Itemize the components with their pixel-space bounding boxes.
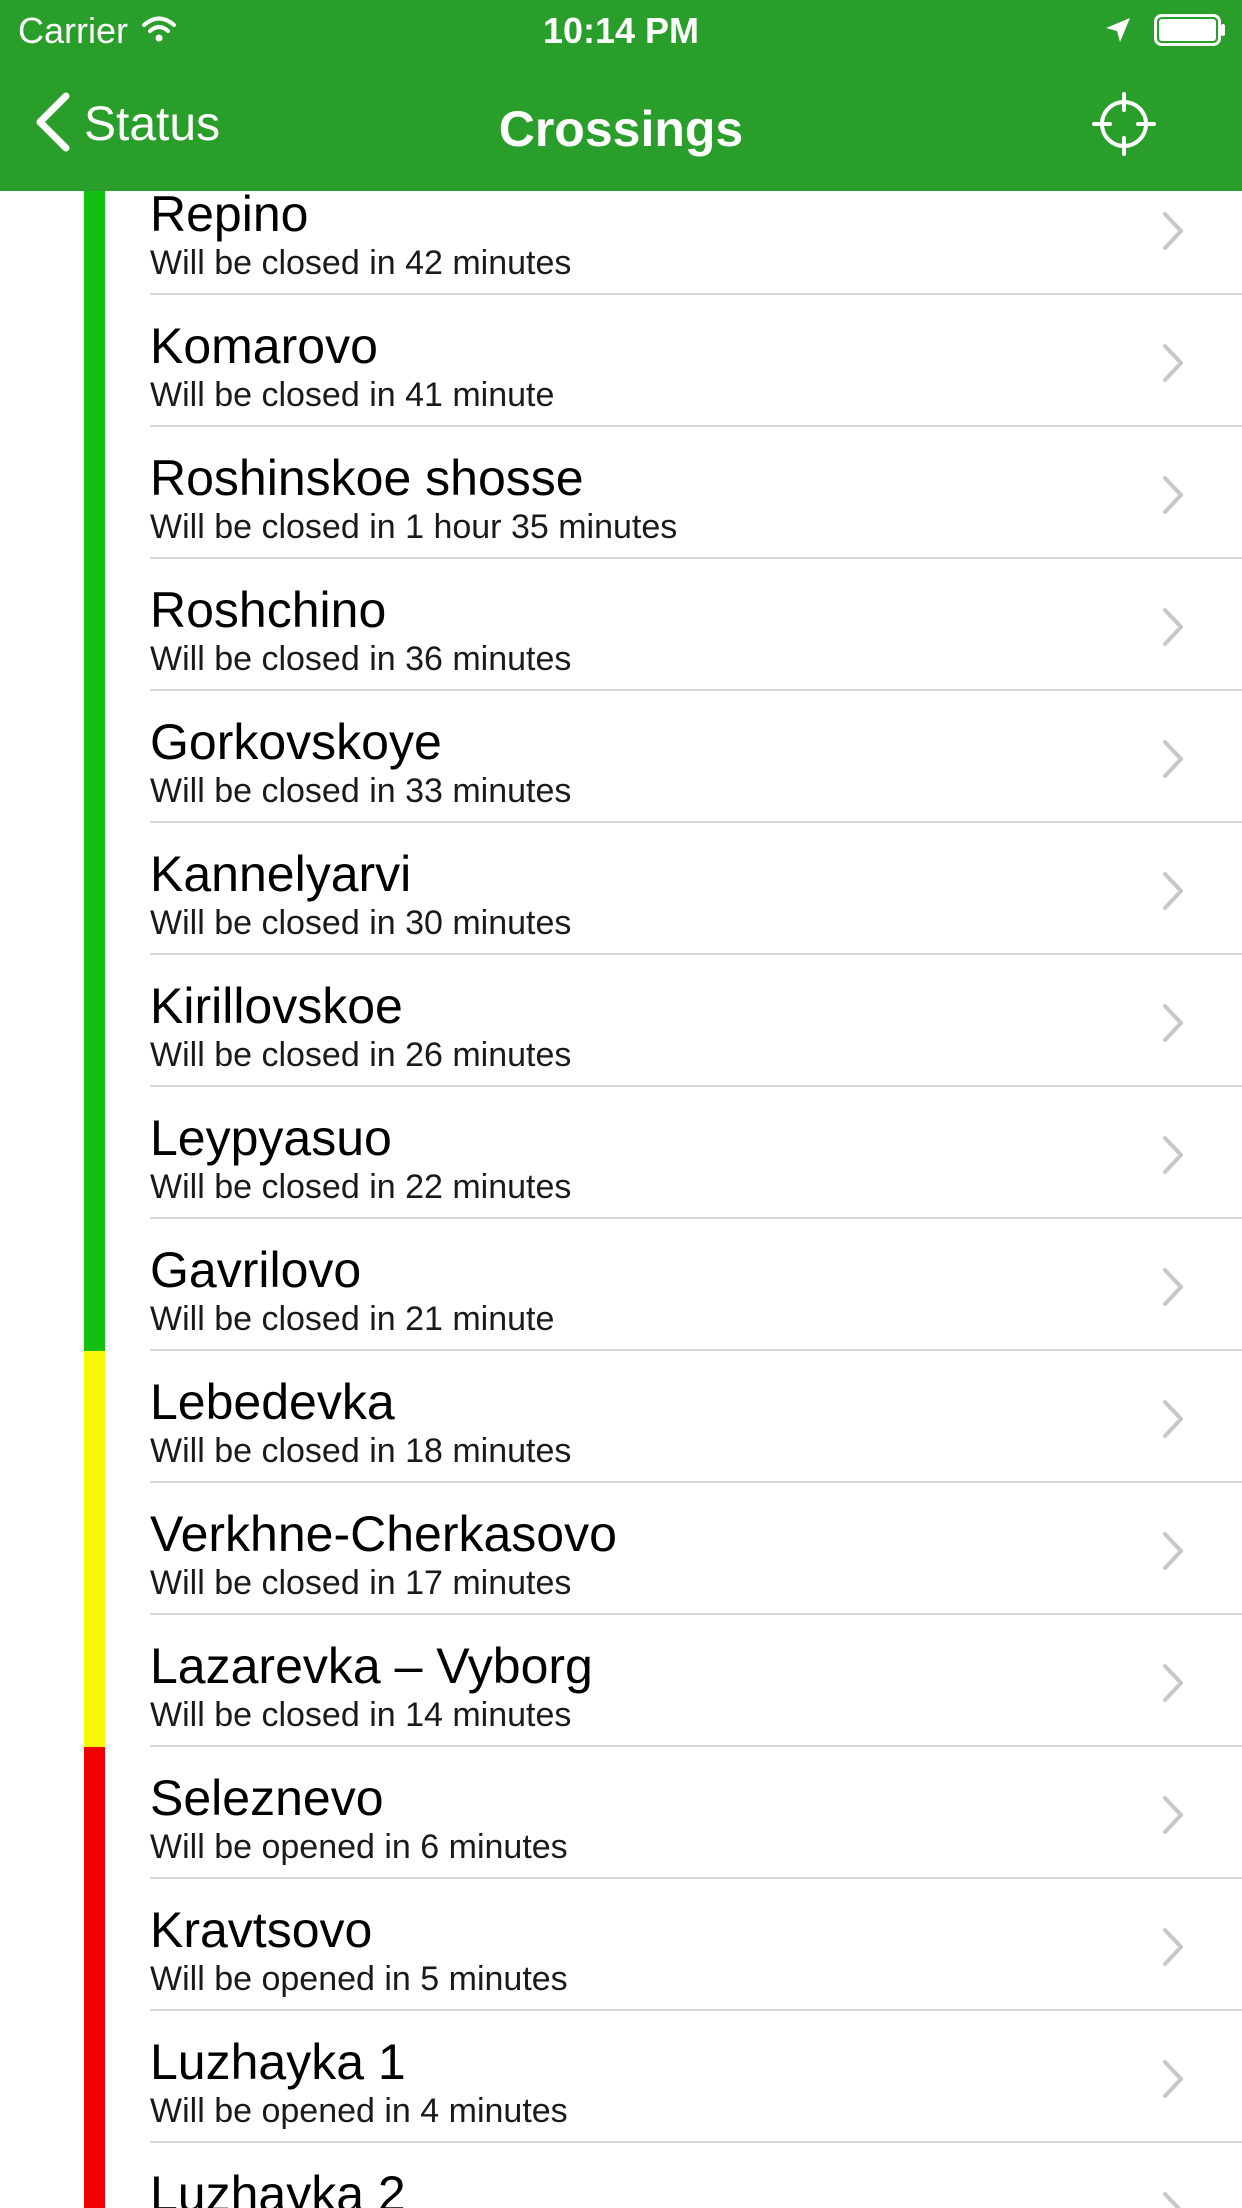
chevron-right-icon xyxy=(1162,211,1184,256)
status-color-strip xyxy=(84,559,105,691)
status-color-strip xyxy=(84,955,105,1087)
crossing-name: Lebedevka xyxy=(150,1374,395,1430)
location-arrow-icon xyxy=(1104,16,1132,49)
crossing-status-text: Will be opened in 6 minutes xyxy=(150,1828,568,1866)
crossing-name: Komarovo xyxy=(150,318,378,374)
crossing-status-text: Will be closed in 42 minutes xyxy=(150,244,572,282)
chevron-right-icon xyxy=(1162,1663,1184,1708)
crossing-status-text: Will be closed in 36 minutes xyxy=(150,640,572,678)
crossing-status-text: Will be closed in 22 minutes xyxy=(150,1168,572,1206)
crossing-status-text: Will be closed in 17 minutes xyxy=(150,1564,572,1602)
crossing-row[interactable]: Seleznevo Will be opened in 6 minutes xyxy=(0,1747,1242,1879)
chevron-right-icon xyxy=(1162,2059,1184,2104)
chevron-right-icon xyxy=(1162,1399,1184,1444)
status-color-strip xyxy=(84,191,105,295)
crossing-name: Leypyasuo xyxy=(150,1110,392,1166)
crossing-row[interactable]: Lazarevka – Vyborg Will be closed in 14 m… xyxy=(0,1615,1242,1747)
status-color-strip xyxy=(84,1879,105,2011)
crossings-screen: Carrier 10:14 PM Status Crossings Repino… xyxy=(0,0,1242,2208)
chevron-right-icon xyxy=(1162,1927,1184,1972)
crossings-list[interactable]: Repino Will be closed in 42 minutes Komaro… xyxy=(0,191,1242,2208)
crossing-name: Gorkovskoye xyxy=(150,714,442,770)
crossing-name: Kravtsovo xyxy=(150,1902,373,1958)
crossing-name: Roshinskoe shosse xyxy=(150,450,584,506)
chevron-right-icon xyxy=(1162,739,1184,784)
crossing-status-text: Will be opened in 5 minutes xyxy=(150,1960,568,1998)
page-title: Crossings xyxy=(498,101,744,157)
crossing-name: Roshchino xyxy=(150,582,387,638)
crossing-name: Luzhayka 2 xyxy=(150,2166,406,2208)
crossing-status-text: Will be opened in 4 minutes xyxy=(150,2092,568,2130)
status-bar: Carrier 10:14 PM xyxy=(0,0,1242,60)
status-color-strip xyxy=(84,2011,105,2143)
crosshair-icon[interactable] xyxy=(1092,92,1156,156)
nav-row: Status Crossings xyxy=(0,60,1242,191)
crossing-row[interactable]: Kirillovskoe Will be closed in 26 minutes xyxy=(0,955,1242,1087)
crossing-status-text: Will be closed in 14 minutes xyxy=(150,1696,572,1734)
crossing-status-text: Will be closed in 26 minutes xyxy=(150,1036,572,1074)
chevron-right-icon xyxy=(1162,475,1184,520)
chevron-right-icon xyxy=(1162,1795,1184,1840)
status-color-strip xyxy=(84,1615,105,1747)
status-right-icons xyxy=(1104,14,1226,51)
crossing-row[interactable]: Repino Will be closed in 42 minutes xyxy=(0,191,1242,295)
crossing-row[interactable]: Gorkovskoye Will be closed in 33 minutes xyxy=(0,691,1242,823)
crossing-name: Gavrilovo xyxy=(150,1242,362,1298)
crossing-row[interactable]: Roshchino Will be closed in 36 minutes xyxy=(0,559,1242,691)
crossing-row[interactable]: Luzhayka 2 xyxy=(0,2143,1242,2208)
crossing-row[interactable]: Luzhayka 1 Will be opened in 4 minutes xyxy=(0,2011,1242,2143)
status-color-strip xyxy=(84,1219,105,1351)
chevron-right-icon xyxy=(1162,1135,1184,1180)
crossing-name: Repino xyxy=(150,191,309,242)
crossing-status-text: Will be closed in 33 minutes xyxy=(150,772,572,810)
status-time: 10:14 PM xyxy=(542,10,700,51)
battery-icon xyxy=(1154,14,1226,51)
crossing-name: Luzhayka 1 xyxy=(150,2034,406,2090)
status-color-strip xyxy=(84,1351,105,1483)
crossing-status-text: Will be closed in 21 minute xyxy=(150,1300,555,1338)
chevron-right-icon xyxy=(1162,1267,1184,1312)
status-color-strip xyxy=(84,1483,105,1615)
crossing-row[interactable]: Verkhne-Cherkasovo Will be closed in 17 m… xyxy=(0,1483,1242,1615)
crossing-name: Seleznevo xyxy=(150,1770,384,1826)
status-color-strip xyxy=(84,823,105,955)
crossing-name: Kirillovskoe xyxy=(150,978,403,1034)
status-color-strip xyxy=(84,1747,105,1879)
chevron-right-icon xyxy=(1162,1003,1184,1048)
crossing-status-text: Will be closed in 1 hour 35 minutes xyxy=(150,508,678,546)
crossing-row[interactable]: Leypyasuo Will be closed in 22 minutes xyxy=(0,1087,1242,1219)
chevron-right-icon xyxy=(1162,607,1184,652)
chevron-right-icon xyxy=(1162,343,1184,388)
crossing-row[interactable]: Roshinskoe shosse Will be closed in 1 hou… xyxy=(0,427,1242,559)
crossing-row[interactable]: Komarovo Will be closed in 41 minute xyxy=(0,295,1242,427)
status-color-strip xyxy=(84,427,105,559)
chevron-right-icon xyxy=(1162,871,1184,916)
navigation-bar: Carrier 10:14 PM Status Crossings xyxy=(0,0,1242,191)
crossing-name: Lazarevka – Vyborg xyxy=(150,1638,593,1694)
crossing-row[interactable]: Kravtsovo Will be opened in 5 minutes xyxy=(0,1879,1242,2011)
crossing-status-text: Will be closed in 30 minutes xyxy=(150,904,572,942)
crossings-list-content: Repino Will be closed in 42 minutes Komaro… xyxy=(0,191,1242,2208)
crossing-status-text: Will be closed in 41 minute xyxy=(150,376,555,414)
crossing-row[interactable]: Gavrilovo Will be closed in 21 minute xyxy=(0,1219,1242,1351)
status-color-strip xyxy=(84,295,105,427)
chevron-right-icon xyxy=(1162,2191,1184,2208)
crossing-status-text: Will be closed in 18 minutes xyxy=(150,1432,572,1470)
status-color-strip xyxy=(84,691,105,823)
crossing-row[interactable]: Lebedevka Will be closed in 18 minutes xyxy=(0,1351,1242,1483)
status-color-strip xyxy=(84,1087,105,1219)
chevron-right-icon xyxy=(1162,1531,1184,1576)
crossing-row[interactable]: Kannelyarvi Will be closed in 30 minutes xyxy=(0,823,1242,955)
crossing-name: Kannelyarvi xyxy=(150,846,412,902)
crossing-name: Verkhne-Cherkasovo xyxy=(150,1506,617,1562)
status-color-strip xyxy=(84,2143,105,2208)
